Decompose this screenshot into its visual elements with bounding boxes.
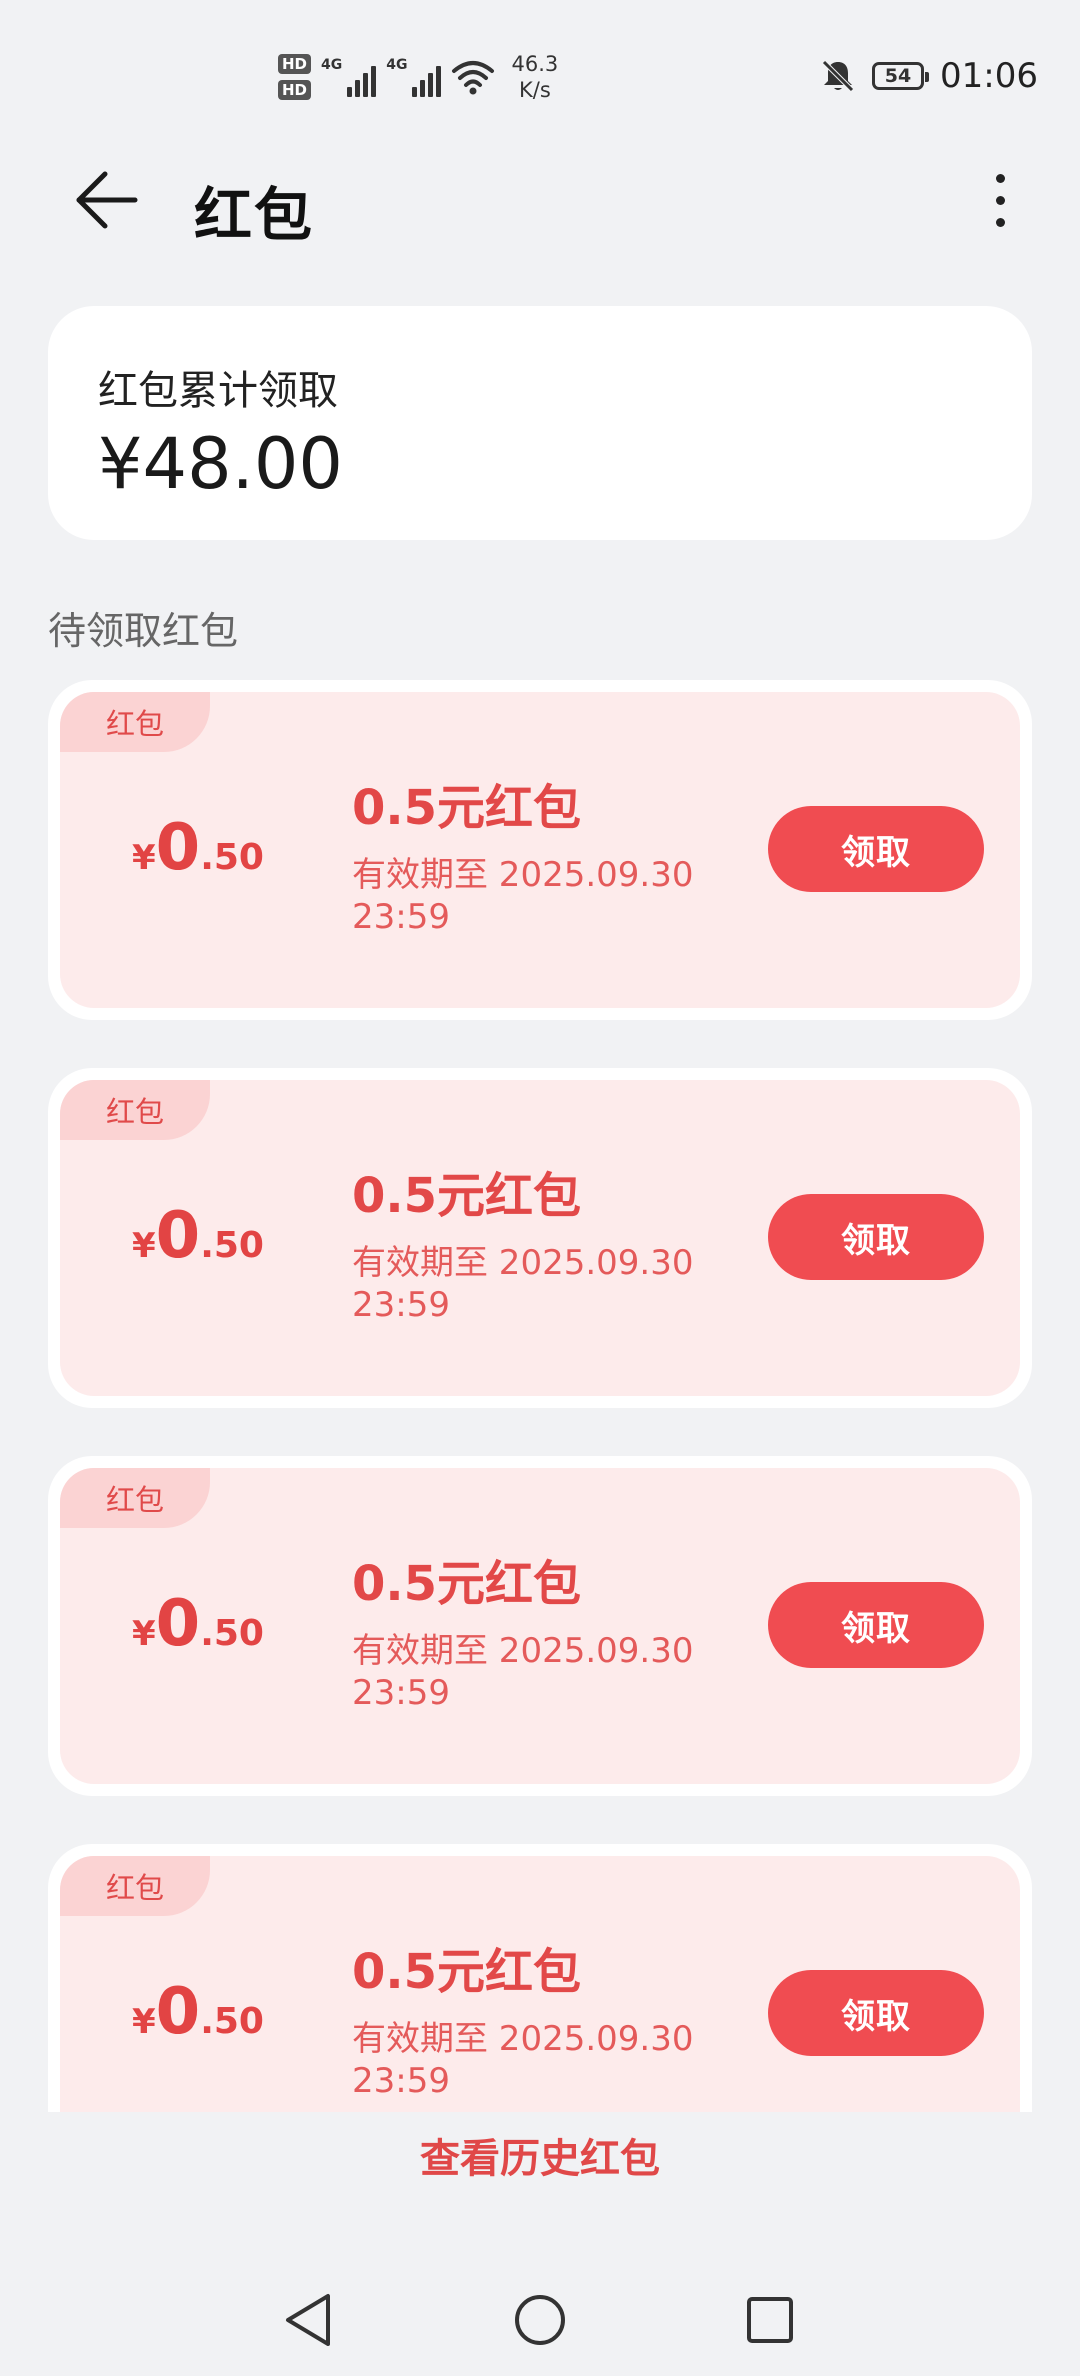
price-currency: ¥ xyxy=(132,838,156,878)
network-speed: 46.3 K/s xyxy=(511,51,558,103)
arrow-left-icon xyxy=(76,171,138,229)
recents-square-icon xyxy=(747,2297,793,2343)
hd1-badge: HD xyxy=(278,54,312,74)
price-integer: 0 xyxy=(155,811,201,885)
summary-label: 红包累计领取 xyxy=(98,368,338,414)
app-header: 红包 xyxy=(0,140,1080,260)
home-circle-icon xyxy=(515,2295,565,2345)
coupon-card: 红包 ¥ 0 .50 0.5元红包 有效期至 2025.09.30 23:59 … xyxy=(48,1068,1032,1408)
claim-button[interactable]: 领取 xyxy=(768,1970,984,2056)
battery-icon: 54 xyxy=(872,62,930,90)
coupon-body: 红包 ¥ 0 .50 0.5元红包 有效期至 2025.09.30 23:59 … xyxy=(60,692,1020,1008)
coupon-body: 红包 ¥ 0 .50 0.5元红包 有效期至 2025.09.30 23:59 … xyxy=(60,1856,1020,2112)
coupon-expiry: 有效期至 2025.09.30 23:59 xyxy=(352,1243,694,1325)
bell-off-icon xyxy=(822,60,854,92)
coupon-card: 红包 ¥ 0 .50 0.5元红包 有效期至 2025.09.30 23:59 … xyxy=(48,1844,1032,2112)
signal-icon: 4G xyxy=(386,57,442,97)
back-triangle-icon xyxy=(286,2294,330,2346)
speed-unit: K/s xyxy=(518,78,551,102)
page-title: 红包 xyxy=(194,181,315,249)
system-nav-bar xyxy=(0,2270,1080,2370)
hd-indicators: HD HD xyxy=(278,54,312,100)
clock: 01:06 xyxy=(940,56,1038,96)
coupon-card: 红包 ¥ 0 .50 0.5元红包 有效期至 2025.09.30 23:59 … xyxy=(48,1456,1032,1796)
price-integer: 0 xyxy=(155,1587,201,1661)
price-currency: ¥ xyxy=(132,2002,156,2042)
coupon-title: 0.5元红包 xyxy=(352,1944,582,2000)
coupon-price: ¥ 0 .50 xyxy=(132,816,264,880)
hd2-badge: HD xyxy=(278,80,312,100)
claim-button[interactable]: 领取 xyxy=(768,1582,984,1668)
nav-back-button[interactable] xyxy=(268,2280,348,2360)
status-left: HD HD 4G 4G 46.3 K/s xyxy=(278,42,558,112)
more-button[interactable] xyxy=(960,160,1040,240)
price-decimal: .50 xyxy=(200,2001,264,2042)
coupon-expiry: 有效期至 2025.09.30 23:59 xyxy=(352,855,694,937)
back-button[interactable] xyxy=(62,160,152,240)
coupon-expiry: 有效期至 2025.09.30 23:59 xyxy=(352,2019,694,2101)
price-currency: ¥ xyxy=(132,1614,156,1654)
status-right: 54 01:06 xyxy=(820,48,1038,104)
coupon-list[interactable]: 红包 ¥ 0 .50 0.5元红包 有效期至 2025.09.30 23:59 … xyxy=(0,680,1080,2112)
price-decimal: .50 xyxy=(200,837,264,878)
section-title: 待领取红包 xyxy=(48,609,239,653)
price-integer: 0 xyxy=(155,1199,201,1273)
summary-card: 红包累计领取 ¥48.00 xyxy=(48,306,1032,540)
coupon-expiry: 有效期至 2025.09.30 23:59 xyxy=(352,1631,694,1713)
wifi-icon xyxy=(452,61,495,95)
price-currency: ¥ xyxy=(132,1226,156,1266)
nav-recents-button[interactable] xyxy=(730,2280,810,2360)
coupon-tag: 红包 xyxy=(60,1468,210,1528)
coupon-body: 红包 ¥ 0 .50 0.5元红包 有效期至 2025.09.30 23:59 … xyxy=(60,1468,1020,1784)
coupon-tag: 红包 xyxy=(60,1856,210,1916)
coupon-title: 0.5元红包 xyxy=(352,1168,582,1224)
summary-amount: ¥48.00 xyxy=(98,423,343,505)
coupon-card: 红包 ¥ 0 .50 0.5元红包 有效期至 2025.09.30 23:59 … xyxy=(48,680,1032,1020)
price-integer: 0 xyxy=(155,1975,201,2049)
price-decimal: .50 xyxy=(200,1225,264,1266)
history-link[interactable]: 查看历史红包 xyxy=(0,2126,1080,2184)
net1-label: 4G xyxy=(321,57,343,73)
more-vertical-icon xyxy=(995,173,1005,183)
coupon-tag: 红包 xyxy=(60,1080,210,1140)
coupon-price: ¥ 0 .50 xyxy=(132,1980,264,2044)
coupon-body: 红包 ¥ 0 .50 0.5元红包 有效期至 2025.09.30 23:59 … xyxy=(60,1080,1020,1396)
claim-button[interactable]: 领取 xyxy=(768,806,984,892)
screen: HD HD 4G 4G 46.3 K/s 54 01:06 红包 红包累计领取 … xyxy=(0,0,1080,2376)
price-decimal: .50 xyxy=(200,1613,264,1654)
coupon-title: 0.5元红包 xyxy=(352,780,582,836)
coupon-title: 0.5元红包 xyxy=(352,1556,582,1612)
nav-home-button[interactable] xyxy=(500,2280,580,2360)
speed-value: 46.3 xyxy=(511,52,559,76)
status-bar: HD HD 4G 4G 46.3 K/s 54 01:06 xyxy=(0,0,1080,140)
signal-icon: 4G xyxy=(321,57,377,97)
coupon-tag: 红包 xyxy=(60,692,210,752)
claim-button[interactable]: 领取 xyxy=(768,1194,984,1280)
net2-label: 4G xyxy=(386,57,408,73)
coupon-price: ¥ 0 .50 xyxy=(132,1592,264,1656)
coupon-price: ¥ 0 .50 xyxy=(132,1204,264,1268)
